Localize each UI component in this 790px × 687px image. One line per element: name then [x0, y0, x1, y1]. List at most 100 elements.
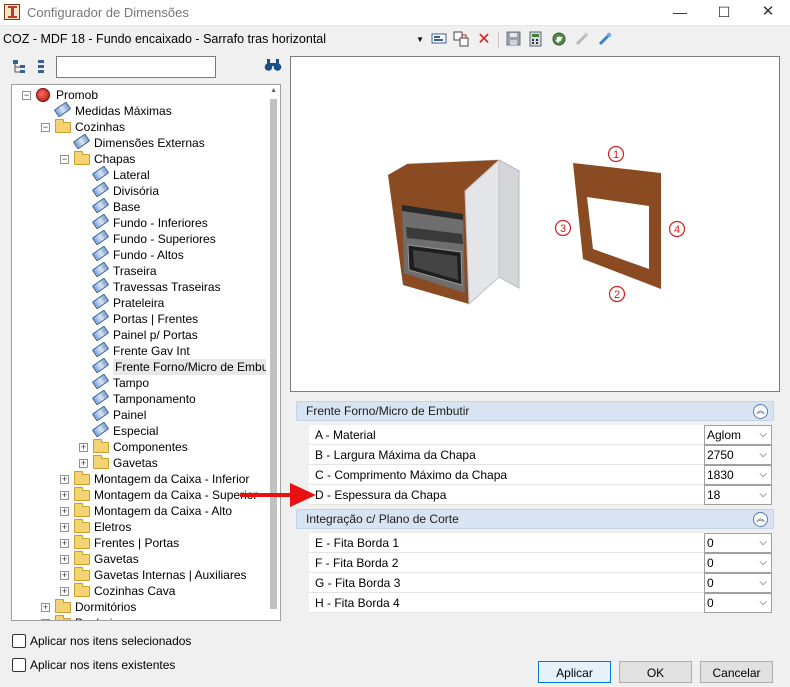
tree-item[interactable]: Painel p/ Portas	[12, 325, 262, 343]
tree-item[interactable]: + Cozinhas Cava	[12, 583, 262, 599]
minimize-button[interactable]: —	[658, 0, 702, 26]
edit-form-icon[interactable]	[430, 31, 448, 49]
expand-icon[interactable]: +	[60, 571, 69, 580]
tree-item[interactable]: Fundo - Altos	[12, 245, 262, 263]
tree-item[interactable]: Travessas Traseiras	[12, 277, 262, 295]
tree-item[interactable]: − Chapas	[12, 151, 262, 167]
tree-item[interactable]: + Gavetas	[12, 551, 262, 567]
tree-item[interactable]: + Banheiros	[12, 615, 262, 620]
maximize-button[interactable]: ☐	[702, 0, 746, 26]
property-value-dropdown[interactable]: Aglom ⌵	[704, 425, 772, 445]
tree-item[interactable]: + Dormitórios	[12, 599, 262, 615]
folder-icon	[74, 487, 90, 501]
expand-icon[interactable]: +	[41, 603, 50, 612]
property-group-header[interactable]: Frente Forno/Micro de Embutir ︽	[296, 401, 774, 421]
tree-item[interactable]: − Cozinhas	[12, 119, 262, 135]
link-edit-icon[interactable]	[596, 31, 614, 49]
property-value-dropdown[interactable]: 0 ⌵	[704, 533, 772, 553]
calculator-icon[interactable]	[527, 31, 545, 49]
tree-item[interactable]: + Eletros	[12, 519, 262, 535]
close-button[interactable]: ✕	[746, 0, 790, 26]
expand-icon[interactable]: +	[60, 523, 69, 532]
delete-icon[interactable]: ✕	[475, 31, 493, 49]
property-group-header[interactable]: Integração c/ Plano de Corte ︽	[296, 509, 774, 529]
expand-icon[interactable]: +	[60, 555, 69, 564]
expand-icon[interactable]: +	[60, 587, 69, 596]
expand-icon[interactable]: +	[79, 459, 88, 468]
tree-item[interactable]: Lateral	[12, 165, 262, 183]
settings-icon[interactable]	[550, 31, 568, 49]
tree-item[interactable]: Frente Forno/Micro de Embutir	[12, 357, 280, 375]
expand-icon[interactable]: +	[79, 443, 88, 452]
configuration-dropdown[interactable]: COZ - MDF 18 - Fundo encaixado - Sarrafo…	[2, 29, 426, 50]
red-arrow-annotation	[240, 483, 316, 507]
folder-icon	[74, 583, 90, 597]
scroll-up-icon[interactable]: ▲	[270, 87, 277, 94]
preview-viewport[interactable]: 1 2 3 4	[290, 56, 780, 392]
cabinet-preview: 1 2 3 4	[388, 145, 686, 306]
marker-label: 3	[560, 223, 566, 235]
collapse-icon[interactable]: −	[60, 155, 69, 164]
expand-icon[interactable]: +	[41, 619, 50, 620]
tree-item[interactable]: Tampo	[12, 373, 262, 391]
marker-label: 4	[674, 224, 680, 236]
tree-scroll-thumb[interactable]	[270, 99, 277, 609]
tree-item[interactable]: Dimensões Externas	[12, 133, 262, 151]
property-row: H - Fita Borda 4 0 ⌵	[309, 593, 772, 613]
collapse-group-icon[interactable]: ︽	[753, 512, 768, 527]
tree-item[interactable]: Especial	[12, 421, 262, 439]
marker-label: 2	[614, 289, 620, 301]
apply-button[interactable]: Aplicar	[538, 661, 611, 683]
tree-item-label: Especial	[113, 424, 159, 438]
ok-button[interactable]: OK	[619, 661, 692, 683]
tree-item[interactable]: + Gavetas Internas | Auxiliares	[12, 567, 262, 583]
category-tree[interactable]: − Promob Medidas Máximas − Cozinhas Dimensões…	[11, 84, 281, 621]
tree-item[interactable]: Traseira	[12, 261, 262, 279]
tree-item[interactable]: Medidas Máximas	[12, 101, 262, 119]
tree-expand-icon[interactable]	[12, 59, 28, 78]
tree-item[interactable]: + Montagem da Caixa - Alto	[12, 503, 262, 519]
collapse-icon[interactable]: −	[41, 123, 50, 132]
tree-collapse-icon[interactable]	[36, 59, 46, 78]
link-icon[interactable]	[573, 31, 591, 49]
save-icon[interactable]	[504, 31, 522, 49]
tree-item[interactable]: Fundo - Superiores	[12, 229, 262, 247]
expand-icon[interactable]: +	[60, 539, 69, 548]
copy-icon[interactable]	[452, 31, 470, 49]
tree-item[interactable]: + Frentes | Portas	[12, 535, 262, 551]
expand-icon[interactable]: +	[60, 507, 69, 516]
tree-search-input[interactable]	[56, 56, 216, 78]
collapse-group-icon[interactable]: ︽	[753, 404, 768, 419]
property-value-dropdown[interactable]: 0 ⌵	[704, 553, 772, 573]
property-value-dropdown[interactable]: 0 ⌵	[704, 593, 772, 613]
property-value-dropdown[interactable]: 2750 ⌵	[704, 445, 772, 465]
tree-item[interactable]: + Montagem da Caixa - Inferior	[12, 471, 262, 487]
property-value-dropdown[interactable]: 18 ⌵	[704, 485, 772, 505]
expand-icon[interactable]: +	[60, 491, 69, 500]
tree-item[interactable]: Portas | Frentes	[12, 309, 262, 327]
apply-selected-checkbox[interactable]	[12, 634, 26, 648]
collapse-icon[interactable]: −	[22, 91, 31, 100]
ruler-icon	[91, 421, 110, 438]
folder-icon	[93, 439, 109, 453]
marker-label: 1	[613, 149, 619, 161]
tree-item[interactable]: Prateleira	[12, 293, 262, 311]
tree-item[interactable]: Base	[12, 197, 262, 215]
tree-item[interactable]: Frente Gav Int	[12, 341, 262, 359]
tree-item-label: Frente Gav Int	[113, 344, 190, 358]
property-value-dropdown[interactable]: 1830 ⌵	[704, 465, 772, 485]
tree-item[interactable]: + Gavetas	[12, 455, 262, 471]
tree-item[interactable]: + Montagem da Caixa - Superior	[12, 487, 262, 503]
apply-existing-checkbox[interactable]	[12, 658, 26, 672]
tree-item[interactable]: Tamponamento	[12, 389, 262, 407]
tree-item[interactable]: Fundo - Inferiores	[12, 213, 262, 231]
tree-item[interactable]: + Componentes	[12, 439, 262, 455]
property-value-dropdown[interactable]: 0 ⌵	[704, 573, 772, 593]
binoculars-search-icon[interactable]	[264, 58, 282, 75]
tree-scrollbar[interactable]: ▲	[266, 85, 280, 620]
tree-item[interactable]: Divisória	[12, 181, 262, 199]
tree-item[interactable]: − Promob	[12, 87, 262, 103]
tree-item[interactable]: Painel	[12, 405, 262, 423]
cancel-button[interactable]: Cancelar	[700, 661, 773, 683]
expand-icon[interactable]: +	[60, 475, 69, 484]
